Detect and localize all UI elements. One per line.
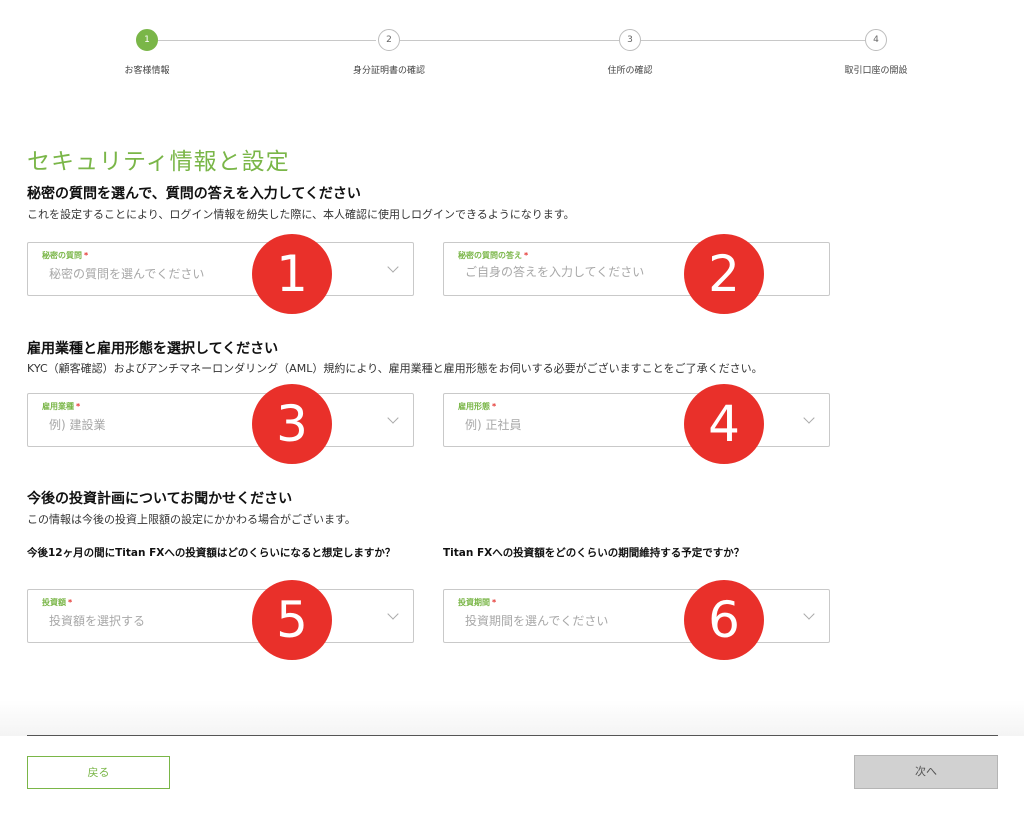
employment-type-label: 雇用形態 * [458, 401, 496, 412]
secret-answer-label: 秘密の質問の答え * [458, 250, 528, 261]
employment-industry-label-text: 雇用業種 [42, 402, 74, 411]
footer-divider [27, 735, 998, 736]
investment-amount-question: 今後12ヶ月の間にTitan FXへの投資額はどのくらいになると想定しますか？ [27, 547, 396, 559]
investment-amount-label-text: 投資額 [42, 598, 66, 607]
progress-stepper: 1 2 3 4 お客様情報 身分証明書の確認 住所の確認 取引口座の開設 [0, 0, 1024, 90]
step-4-label: 取引口座の開設 [844, 66, 908, 76]
required-asterisk: * [492, 598, 497, 607]
page-title: セキュリティ情報と設定 [27, 149, 290, 175]
required-asterisk: * [524, 251, 529, 260]
employment-type-label-text: 雇用形態 [458, 402, 490, 411]
annotation-badge-4: 4 [684, 384, 764, 464]
investment-period-label: 投資期間 * [458, 597, 496, 608]
employment-section-description: KYC（顧客確認）およびアンチマネーロンダリング（AML）規約により、雇用業種と… [27, 362, 763, 375]
chevron-down-icon [387, 412, 399, 424]
investment-period-label-text: 投資期間 [458, 598, 490, 607]
investment-period-question: Titan FXへの投資額をどのくらいの期間維持する予定ですか？ [443, 547, 745, 559]
secret-answer-label-text: 秘密の質問の答え [458, 251, 522, 260]
investment-section-description: この情報は今後の投資上限額の設定にかかわる場合がございます。 [27, 513, 356, 526]
employment-industry-label: 雇用業種 * [42, 401, 80, 412]
annotation-badge-2: 2 [684, 234, 764, 314]
chevron-down-icon [803, 412, 815, 424]
employment-type-select[interactable]: 雇用形態 * 例) 正社員 [443, 393, 830, 447]
annotation-badge-6: 6 [684, 580, 764, 660]
step-2-circle: 2 [378, 29, 400, 51]
step-1-label: お客様情報 [124, 66, 170, 76]
step-3-label: 住所の確認 [607, 66, 653, 76]
security-section-heading: 秘密の質問を選んで、質問の答えを入力してください [27, 186, 361, 202]
secret-question-select[interactable]: 秘密の質問 * 秘密の質問を選んでください [27, 242, 414, 296]
required-asterisk: * [68, 598, 73, 607]
back-button[interactable]: 戻る [27, 756, 170, 789]
chevron-down-icon [387, 608, 399, 620]
stepper-connector [641, 40, 865, 41]
investment-amount-label: 投資額 * [42, 597, 72, 608]
step-4-circle: 4 [865, 29, 887, 51]
step-2-label: 身分証明書の確認 [352, 66, 426, 76]
step-1-circle: 1 [136, 29, 158, 51]
employment-industry-select[interactable]: 雇用業種 * 例) 建設業 [27, 393, 414, 447]
chevron-down-icon [387, 261, 399, 273]
investment-section-heading: 今後の投資計画についてお聞かせください [27, 491, 293, 507]
secret-answer-field[interactable]: 秘密の質問の答え * [443, 242, 830, 296]
stepper-connector [158, 40, 376, 41]
annotation-badge-3: 3 [252, 384, 332, 464]
stepper-connector [400, 40, 619, 41]
next-button[interactable]: 次へ [854, 755, 998, 789]
chevron-down-icon [803, 608, 815, 620]
security-section-description: これを設定することにより、ログイン情報を紛失した際に、本人確認に使用しログインで… [27, 208, 575, 221]
investment-period-select[interactable]: 投資期間 * 投資期間を選んでください [443, 589, 830, 643]
required-asterisk: * [492, 402, 497, 411]
required-asterisk: * [84, 251, 89, 260]
required-asterisk: * [76, 402, 81, 411]
annotation-badge-1: 1 [252, 234, 332, 314]
investment-amount-select[interactable]: 投資額 * 投資額を選択する [27, 589, 414, 643]
employment-section-heading: 雇用業種と雇用形態を選択してください [27, 341, 279, 357]
secret-question-label-text: 秘密の質問 [42, 251, 82, 260]
step-3-circle: 3 [619, 29, 641, 51]
footer-shadow [0, 700, 1024, 736]
secret-question-label: 秘密の質問 * [42, 250, 88, 261]
annotation-badge-5: 5 [252, 580, 332, 660]
